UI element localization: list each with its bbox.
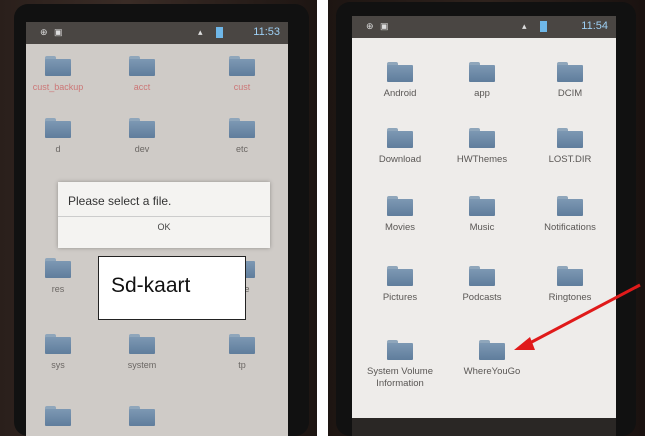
arrow-head: [514, 337, 535, 350]
arrow-line: [525, 283, 641, 347]
arrow-icon: [514, 283, 641, 350]
